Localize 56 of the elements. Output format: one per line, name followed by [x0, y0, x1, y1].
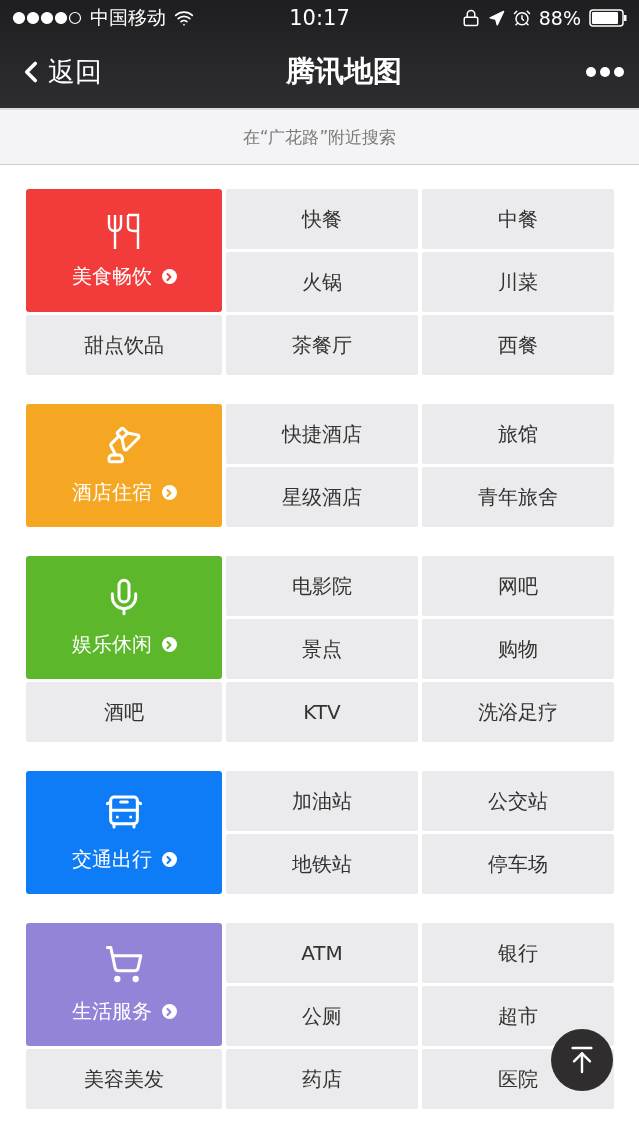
category-label: 生活服务: [71, 998, 152, 1025]
subcategory-tile[interactable]: 公厕: [226, 986, 418, 1046]
fork-knife-icon: [106, 211, 142, 249]
subcategory-tile[interactable]: 星级酒店: [226, 467, 418, 527]
subcategory-tile[interactable]: 公交站: [422, 771, 614, 831]
battery-percent: 88%: [538, 7, 581, 29]
subcategory-tile[interactable]: 川菜: [422, 252, 614, 312]
subcategory-tile[interactable]: 快餐: [226, 189, 418, 249]
clock-time: 10:17: [289, 6, 350, 30]
location-icon: [487, 9, 505, 27]
subcategory-tile[interactable]: 甜点饮品: [26, 315, 222, 375]
alarm-icon: [512, 9, 531, 27]
subcategory-tile[interactable]: 加油站: [226, 771, 418, 831]
search-hint: 在“广花路”附近搜索: [242, 125, 397, 149]
chevron-icon: [161, 1004, 177, 1019]
category-label: 娱乐休闲: [71, 631, 152, 658]
subcategory-tile[interactable]: 茶餐厅: [226, 315, 418, 375]
subcategory-tile[interactable]: 银行: [422, 923, 614, 983]
subcategory-tile[interactable]: 洗浴足疗: [422, 682, 614, 742]
page-title: 腾讯地图: [284, 53, 403, 90]
category-tile[interactable]: 交通出行: [26, 771, 222, 894]
more-icon[interactable]: [585, 66, 625, 78]
carrier-name: 中国移动: [90, 5, 166, 30]
subcategory-tile[interactable]: 火锅: [226, 252, 418, 312]
subcategory-tile[interactable]: 美容美发: [26, 1049, 222, 1109]
lock-icon: [461, 9, 480, 27]
subcategory-tile[interactable]: ATM: [226, 923, 418, 983]
category-tile[interactable]: 美食畅饮: [26, 189, 222, 312]
chevron-icon: [161, 852, 177, 867]
subcategory-tile[interactable]: 青年旅舍: [422, 467, 614, 527]
chevron-icon: [161, 637, 177, 652]
chevron-icon: [161, 269, 177, 284]
cart-icon: [104, 944, 144, 984]
subcategory-tile[interactable]: 购物: [422, 619, 614, 679]
subcategory-tile[interactable]: 超市: [422, 986, 614, 1046]
search-bar[interactable]: 在“广花路”附近搜索: [0, 108, 639, 165]
category-label: 酒店住宿: [71, 479, 152, 506]
subcategory-tile[interactable]: 西餐: [422, 315, 614, 375]
subcategory-tile[interactable]: 旅馆: [422, 404, 614, 464]
battery-icon: [589, 9, 627, 27]
subcategory-tile[interactable]: 电影院: [226, 556, 418, 616]
subcategory-tile[interactable]: 药店: [226, 1049, 418, 1109]
signal-icon: [12, 11, 82, 25]
subcategory-tile[interactable]: 地铁站: [226, 834, 418, 894]
subcategory-tile[interactable]: 景点: [226, 619, 418, 679]
back-button[interactable]: 返回: [14, 54, 102, 90]
subcategory-tile[interactable]: 酒吧: [26, 682, 222, 742]
category-label: 美食畅饮: [71, 263, 152, 290]
chevron-icon: [161, 485, 177, 500]
subcategory-tile[interactable]: 中餐: [422, 189, 614, 249]
subcategory-tile[interactable]: 快捷酒店: [226, 404, 418, 464]
category-label: 交通出行: [71, 846, 152, 873]
subcategory-tile[interactable]: 网吧: [422, 556, 614, 616]
subcategory-tile[interactable]: 停车场: [422, 834, 614, 894]
wifi-icon: [174, 8, 194, 28]
subcategory-tile[interactable]: KTV: [226, 682, 418, 742]
